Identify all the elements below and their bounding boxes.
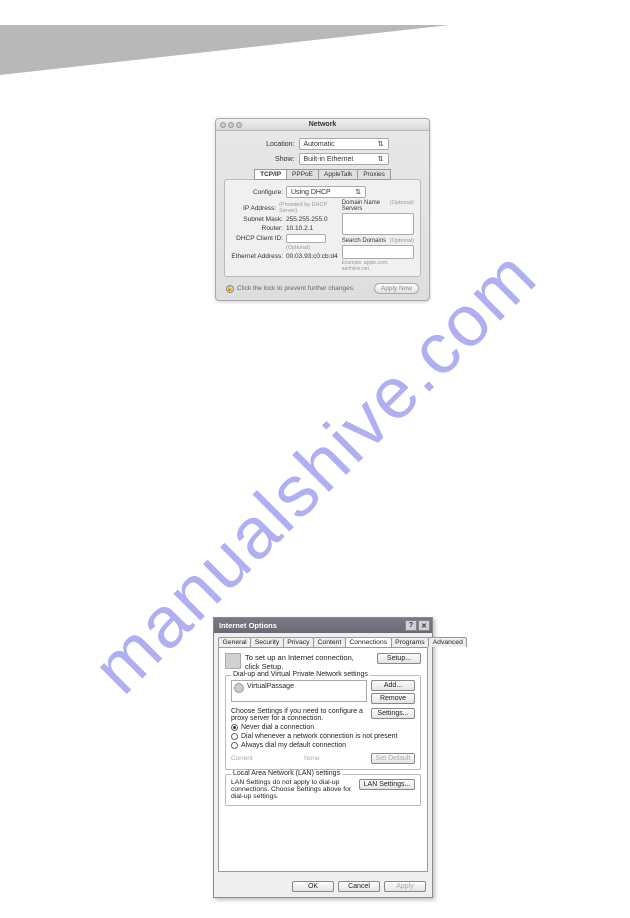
lock-text: Click the lock to prevent further change… [237,285,355,292]
radio-label: Never dial a connection [241,724,314,731]
dhcp-optional: (Optional) [286,245,310,251]
ok-button[interactable]: OK [292,881,334,892]
mac-network-window: Network Location: Automatic ⇅ Show: Buil… [215,118,430,301]
close-icon[interactable] [220,122,226,128]
ip-note: (Provided by DHCP Server) [279,202,338,214]
connection-wizard-icon [225,653,241,669]
search-title: Search Domains [342,238,386,244]
win-tab-strip: General Security Privacy Content Connect… [214,633,432,647]
tab-proxies[interactable]: Proxies [358,169,391,180]
tab-advanced[interactable]: Advanced [428,637,467,647]
radio-never-dial[interactable]: Never dial a connection [231,724,415,731]
apply-button[interactable]: Apply [384,881,426,892]
configure-value: Using DHCP [291,189,331,196]
settings-button[interactable]: Settings... [371,708,415,719]
lan-group-title: Local Area Network (LAN) settings [231,770,342,777]
vpn-listbox[interactable]: VirtualPassage [231,680,367,702]
vpn-icon [234,683,244,693]
dropdown-icon: ⇅ [378,155,384,163]
current-value: None [304,755,320,762]
tab-tcpip[interactable]: TCP/IP [254,169,287,180]
location-value: Automatic [304,141,335,148]
add-button[interactable]: Add... [371,680,415,691]
dns-title: Domain Name Servers [342,200,390,212]
win-dialog-title: Internet Options [219,621,277,630]
current-label: Current [231,755,253,762]
show-value: Built-in Ethernet [304,156,354,163]
page-header-banner [0,25,450,75]
dropdown-icon: ⇅ [378,140,384,148]
search-textarea[interactable] [342,245,414,259]
setup-text: To set up an Internet connection, click … [245,653,355,671]
radio-label: Always dial my default connection [241,742,346,749]
location-select[interactable]: Automatic ⇅ [299,138,389,150]
dhcp-input[interactable] [286,234,326,243]
radio-icon [231,724,238,731]
router-value: 10.10.2.1 [286,225,313,232]
mac-titlebar: Network [216,119,429,131]
eth-label: Ethernet Address: [231,253,283,260]
zoom-icon[interactable] [236,122,242,128]
show-select[interactable]: Built-in Ethernet ⇅ [299,153,389,165]
dialup-group-title: Dial-up and Virtual Private Network sett… [231,671,370,678]
lan-settings-button[interactable]: LAN Settings... [359,779,415,790]
win-internet-options-dialog: Internet Options ? ✕ General Security Pr… [213,617,433,898]
tab-appletalk[interactable]: AppleTalk [319,169,358,180]
close-button[interactable]: ✕ [418,620,430,631]
remove-button[interactable]: Remove [371,693,415,704]
tab-content[interactable]: Content [313,637,346,647]
radio-label: Dial whenever a network connection is no… [241,733,397,740]
cancel-button[interactable]: Cancel [338,881,380,892]
dhcp-label: DHCP Client ID: [231,235,283,242]
tcpip-panel: Configure: Using DHCP ⇅ IP Address: (Pro… [224,179,421,277]
win-dialog-footer: OK Cancel Apply [214,876,432,897]
proxy-text: Choose Settings if you need to configure… [231,708,367,722]
eth-value: 00:03.93:c0:cb:d4 [286,253,338,260]
set-default-button[interactable]: Set Default [371,753,415,764]
dns-textarea[interactable] [342,213,414,235]
tab-security[interactable]: Security [250,637,284,647]
subnet-value: 255.255.255.0 [286,216,328,223]
help-button[interactable]: ? [405,620,417,631]
mac-window-title: Network [309,121,337,128]
ip-label: IP Address: [231,205,276,212]
tab-programs[interactable]: Programs [391,637,429,647]
vpn-item: VirtualPassage [247,683,294,690]
radio-icon [231,742,238,749]
radio-always-dial[interactable]: Always dial my default connection [231,742,415,749]
lan-group: Local Area Network (LAN) settings LAN Se… [225,774,421,806]
lan-text: LAN Settings do not apply to dial-up con… [231,779,355,800]
tab-connections[interactable]: Connections [345,637,392,647]
connections-panel: To set up an Internet connection, click … [218,647,428,872]
traffic-lights [220,122,242,128]
configure-label: Configure: [231,189,283,196]
router-label: Router: [231,225,283,232]
apply-now-button[interactable]: Apply Now [374,283,419,294]
search-optional: (Optional) [390,238,414,244]
setup-button[interactable]: Setup... [377,653,421,664]
radio-icon [231,733,238,740]
subnet-label: Subnet Mask: [231,216,283,223]
dns-optional: (Optional) [390,200,414,212]
dialup-group: Dial-up and Virtual Private Network sett… [225,675,421,770]
radio-dial-whenever[interactable]: Dial whenever a network connection is no… [231,733,415,740]
configure-select[interactable]: Using DHCP ⇅ [286,186,366,198]
win-titlebar: Internet Options ? ✕ [214,618,432,633]
tab-pppoe[interactable]: PPPoE [287,169,319,180]
example-text: Example: apple.com, earthlink.net [342,260,414,272]
location-label: Location: [257,141,295,148]
tab-privacy[interactable]: Privacy [283,637,314,647]
tab-general[interactable]: General [218,637,251,647]
lock-icon[interactable]: 🔒 [226,285,234,293]
show-label: Show: [257,156,295,163]
minimize-icon[interactable] [228,122,234,128]
dropdown-icon: ⇅ [355,188,361,196]
